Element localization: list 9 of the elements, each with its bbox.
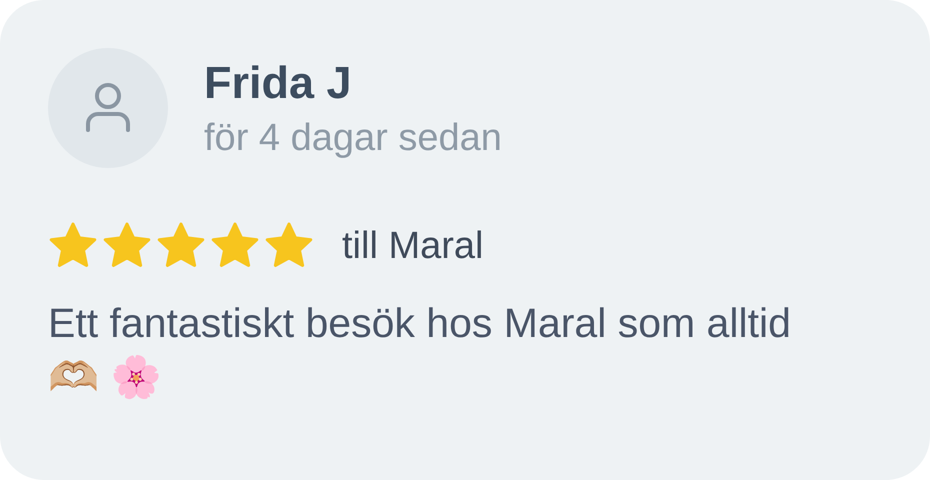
star-icon (264, 222, 314, 270)
star-icon (48, 222, 98, 270)
reviewer-name: Frida J (204, 56, 353, 108)
star-icon (102, 222, 152, 270)
review-time: för 4 dagar sedan (204, 116, 502, 160)
recipient-label: till Maral (342, 224, 484, 268)
star-icon (210, 222, 260, 270)
star-icon (156, 222, 206, 270)
review-text: Ett fantastiskt besök hos Maral som alltid 🫶🏼 🌸 (48, 299, 792, 402)
